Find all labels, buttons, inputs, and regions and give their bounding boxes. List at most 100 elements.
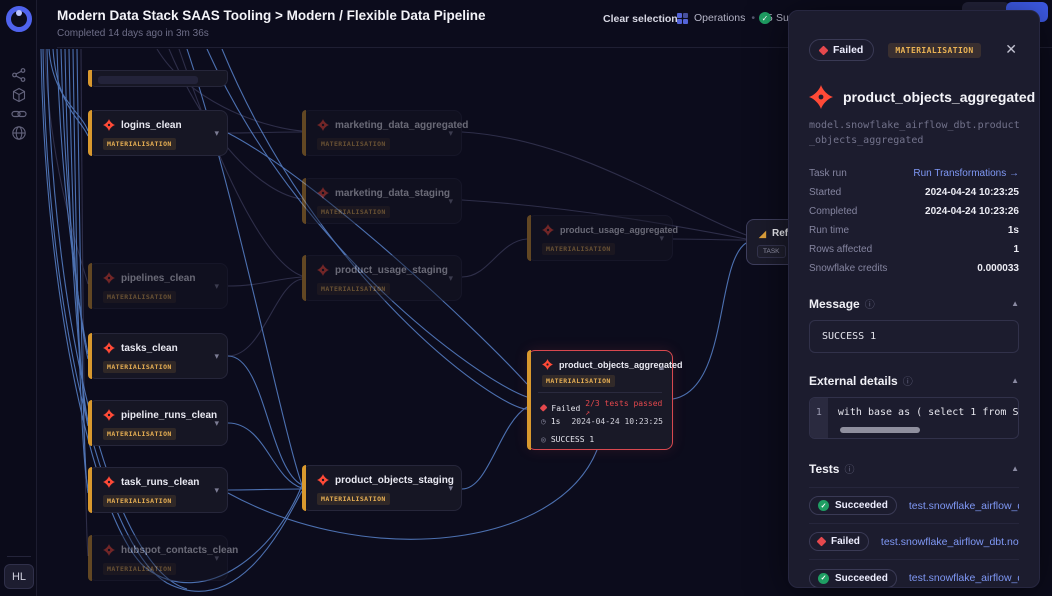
chevron-down-icon[interactable]: ▾ xyxy=(659,234,664,243)
materialisation-badge: MATERIALISATION xyxy=(317,493,390,505)
node-pipeline-runs-clean[interactable]: pipeline_runs_clean ▾ MATERIALISATION xyxy=(88,400,228,446)
success-filter[interactable]: ✓ Su xyxy=(759,12,789,24)
node-pipelines-clean[interactable]: pipelines_clean ▾ MATERIALISATION xyxy=(88,263,228,309)
node-stripe xyxy=(88,70,92,87)
message-circle-icon: ◎ xyxy=(541,435,546,444)
node-marketing-data-aggregated[interactable]: marketing_data_aggregated ▾ MATERIALISAT… xyxy=(302,110,462,156)
status-text: Failed xyxy=(833,44,863,56)
task-run-link[interactable]: Run Transformations → xyxy=(913,168,1019,179)
dbt-icon xyxy=(317,264,329,276)
dbt-icon xyxy=(317,474,329,486)
detail-row-run-time: Run time 1s xyxy=(809,221,1019,240)
pipeline-graph-icon[interactable] xyxy=(11,67,27,83)
page-title: Modern Data Stack SAAS Tooling > Modern … xyxy=(57,8,485,23)
node-hubspot-contacts-clean[interactable]: hubspot_contacts_clean ▾ MATERIALISATION xyxy=(88,535,228,581)
node-stripe xyxy=(527,215,531,261)
node-message: SUCCESS 1 xyxy=(551,435,594,444)
horizontal-scrollbar[interactable] xyxy=(840,427,920,433)
node-stripe xyxy=(527,350,531,450)
chevron-down-icon[interactable]: ▾ xyxy=(448,197,453,206)
integrations-cube-icon[interactable] xyxy=(11,87,27,103)
node-task-runs-clean[interactable]: task_runs_clean ▾ MATERIALISATION xyxy=(88,467,228,513)
globe-icon[interactable] xyxy=(11,125,27,141)
chevron-up-icon[interactable]: ▴ xyxy=(659,363,664,372)
failed-diamond-icon xyxy=(819,45,829,55)
detail-row-started: Started 2024-04-24 10:23:25 xyxy=(809,183,1019,202)
dbt-icon xyxy=(542,224,554,236)
test-status-pill: ✓ Succeeded xyxy=(809,496,897,515)
chevron-down-icon[interactable]: ▾ xyxy=(448,129,453,138)
dbt-icon xyxy=(103,272,115,284)
node-product-objects-staging[interactable]: product_objects_staging ▾ MATERIALISATIO… xyxy=(302,465,462,511)
node-tasks-clean[interactable]: tasks_clean ▾ MATERIALISATION xyxy=(88,333,228,379)
external-code-block[interactable]: 1 with base as ( select 1 from SNOWFLAKE xyxy=(809,397,1019,439)
dbt-icon xyxy=(103,476,115,488)
node-logins-clean[interactable]: logins_clean ▾ MATERIALISATION xyxy=(88,110,228,156)
dbt-icon xyxy=(542,359,553,370)
test-link[interactable]: test.snowflake_airflow_dbt.not_null_pr xyxy=(909,572,1019,584)
node-label: product_objects_staging xyxy=(335,475,454,486)
chevron-down-icon[interactable]: ▾ xyxy=(214,129,219,138)
node-label: hubspot_contacts_clean xyxy=(121,545,238,556)
failed-diamond-icon xyxy=(817,537,827,547)
chevron-down-icon[interactable]: ▾ xyxy=(214,486,219,495)
materialisation-badge: MATERIALISATION xyxy=(317,283,390,295)
dbt-icon xyxy=(103,119,115,131)
node-label: pipeline_runs_clean xyxy=(121,410,217,421)
node-skeleton-bar xyxy=(98,76,198,84)
node-product-usage-aggregated[interactable]: product_usage_aggregated ▾ MATERIALISATI… xyxy=(527,215,673,261)
close-icon[interactable]: ✕ xyxy=(1005,41,1017,58)
clock-icon: ◷ xyxy=(541,417,546,426)
node-divider xyxy=(538,392,662,393)
node-stripe xyxy=(88,535,92,581)
node-product-objects-aggregated-selected[interactable]: product_objects_aggregated ▴ MATERIALISA… xyxy=(527,350,673,450)
chevron-down-icon[interactable]: ▾ xyxy=(448,274,453,283)
succeeded-check-icon: ✓ xyxy=(818,500,829,511)
node-label: product_usage_staging xyxy=(335,265,448,276)
materialisation-badge: MATERIALISATION xyxy=(542,375,615,387)
node-label: product_objects_aggregated xyxy=(559,360,683,370)
test-status-pill: ✓ Succeeded xyxy=(809,569,897,588)
node-clipped-top[interactable] xyxy=(88,70,228,87)
message-section-header: Message ⓘ ▲ xyxy=(809,296,1019,311)
chevron-down-icon[interactable]: ▾ xyxy=(214,419,219,428)
connections-link-icon[interactable] xyxy=(11,106,27,122)
node-stripe xyxy=(302,255,306,301)
node-stripe xyxy=(88,467,92,513)
chevron-down-icon[interactable]: ▾ xyxy=(214,554,219,563)
dbt-icon xyxy=(103,409,115,421)
collapse-arrow-icon[interactable]: ▲ xyxy=(1011,464,1019,473)
status-pill-failed: Failed xyxy=(809,39,874,61)
test-status-pill: Failed xyxy=(809,532,869,551)
test-row: ✓ Succeeded test.snowflake_airflow_dbt.n… xyxy=(809,560,1019,588)
materialisation-badge: MATERIALISATION xyxy=(317,138,390,150)
user-avatar[interactable]: HL xyxy=(4,564,34,589)
message-box: SUCCESS 1 xyxy=(809,320,1019,353)
node-marketing-data-staging[interactable]: marketing_data_staging ▾ MATERIALISATION xyxy=(302,178,462,224)
node-label: marketing_data_staging xyxy=(335,188,450,199)
tests-summary-link[interactable]: 2/3 tests passed ↗ xyxy=(585,399,663,417)
test-link[interactable]: test.snowflake_airflow_dbt.not_null_pr xyxy=(881,536,1019,548)
materialisation-badge: MATERIALISATION xyxy=(103,428,176,440)
detail-panel: ✕ Failed MATERIALISATION product_objects… xyxy=(788,10,1040,588)
clear-selection-button[interactable]: Clear selection xyxy=(603,13,678,25)
materialisation-badge: MATERIALISATION xyxy=(103,563,176,575)
node-stripe xyxy=(302,465,306,511)
chevron-down-icon[interactable]: ▾ xyxy=(214,282,219,291)
info-icon: ⓘ xyxy=(865,296,875,311)
materialisation-badge: MATERIALISATION xyxy=(317,206,390,218)
dbt-icon xyxy=(317,119,329,131)
dbt-icon xyxy=(809,85,833,109)
collapse-arrow-icon[interactable]: ▲ xyxy=(1011,376,1019,385)
task-triangle-icon xyxy=(757,229,767,239)
success-label: Su xyxy=(776,12,789,24)
dbt-icon xyxy=(103,342,115,354)
test-link[interactable]: test.snowflake_airflow_dbt.unique_pro xyxy=(909,500,1019,512)
collapse-arrow-icon[interactable]: ▲ xyxy=(1011,299,1019,308)
app-logo-icon[interactable] xyxy=(6,6,32,32)
detail-row-task-run: Task run Run Transformations → xyxy=(809,164,1019,183)
detail-list: Task run Run Transformations → Started 2… xyxy=(809,164,1019,278)
node-product-usage-staging[interactable]: product_usage_staging ▾ MATERIALISATION xyxy=(302,255,462,301)
chevron-down-icon[interactable]: ▾ xyxy=(214,352,219,361)
chevron-down-icon[interactable]: ▾ xyxy=(448,484,453,493)
